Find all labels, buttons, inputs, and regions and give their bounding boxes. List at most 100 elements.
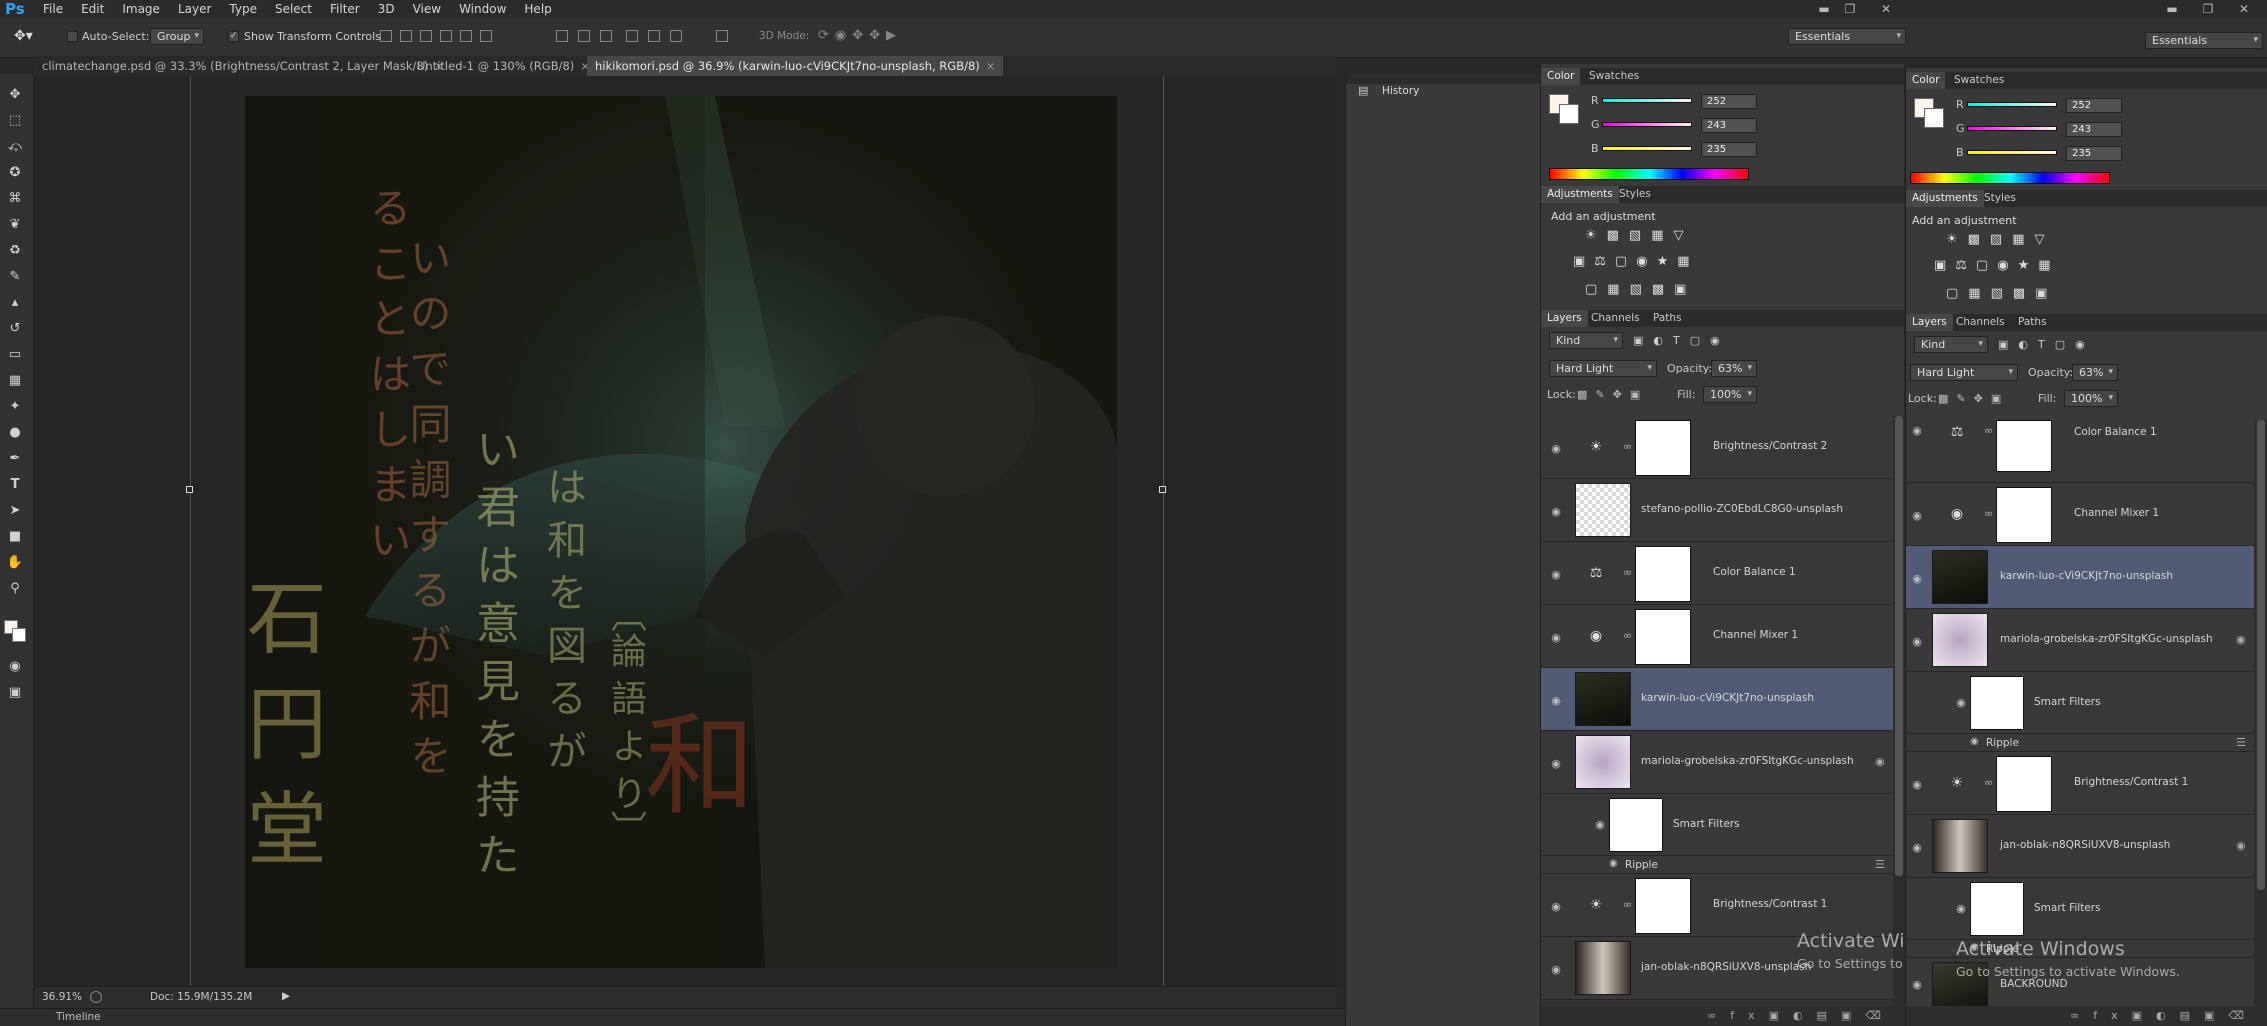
layer-thumb[interactable] (1575, 941, 1631, 995)
tab-hikikomori[interactable]: hikikomori.psd @ 36.9% (karwin-luo-cVi9C… (587, 56, 1004, 76)
layer-row[interactable]: ◉ ☀ ∞ Brightness/Contrast 1 (1541, 874, 1893, 937)
color-spectrum-bar[interactable] (1549, 168, 1749, 180)
filter-mask-thumb[interactable] (1609, 798, 1663, 852)
transform-handle-left[interactable] (186, 486, 193, 493)
filter-options-icon[interactable]: ☰ (1875, 858, 1885, 871)
tab-untitled-1[interactable]: Untitled-1 @ 130% (RGB/8) × (409, 56, 598, 76)
move-tool-icon[interactable]: ✥ (6, 86, 24, 104)
history-label[interactable]: History (1382, 85, 1419, 97)
align-hcenter-icon[interactable] (460, 30, 472, 42)
layer-name[interactable]: Channel Mixer 1 (1713, 629, 1798, 641)
filter-name[interactable]: Ripple (1625, 859, 1658, 871)
menu-filter[interactable]: Filter (321, 2, 369, 16)
blur-tool-icon[interactable]: ✦ (6, 398, 24, 416)
menu-edit[interactable]: Edit (72, 2, 113, 16)
adjustment-icons-row1[interactable]: ☀▩▧▦▽ (1585, 228, 1745, 244)
timeline-label[interactable]: Timeline (56, 1011, 101, 1023)
marquee-tool-icon[interactable]: ⬚ (6, 112, 24, 130)
tab-layers[interactable]: Layers (1541, 310, 1588, 327)
visibility-eye-icon[interactable]: ◉ (1549, 963, 1563, 976)
layers-scroll-thumb-b[interactable] (2257, 420, 2265, 890)
status-menu-arrow-icon[interactable]: ▶ (282, 990, 290, 1002)
layers-scrollbar-b[interactable] (2254, 420, 2267, 1006)
3d-mode-icons[interactable]: ⟳◉✥✥▶ (818, 28, 938, 44)
zoom-tool-icon[interactable]: ⚲ (6, 580, 24, 598)
clone-stamp-icon[interactable]: ▴ (6, 294, 24, 312)
layer-row[interactable]: ◉ ⚖ ∞ Color Balance 1 (1541, 542, 1893, 605)
visibility-eye-icon[interactable]: ◉ (1549, 757, 1563, 770)
transform-handle-right[interactable] (1159, 486, 1166, 493)
align-vcenter-icon[interactable] (400, 30, 412, 42)
workspace-dropdown[interactable]: Essentials (1788, 28, 1906, 45)
align-bottom-icon[interactable] (420, 30, 432, 42)
workspace-dropdown-2[interactable]: Essentials (2145, 32, 2263, 49)
layer-mask-thumb[interactable] (1635, 546, 1691, 602)
layer-name[interactable]: jan-oblak-n8QRSiUXV8-unsplash (1641, 961, 1811, 973)
smart-filters-label[interactable]: Smart Filters (2034, 902, 2101, 914)
layers-footer-icons[interactable]: ∞fx▣◐▤▣⌫ (1541, 1006, 1905, 1026)
close-icon[interactable]: ✕ (1874, 0, 1898, 18)
visibility-eye-icon[interactable]: ◉ (1954, 696, 1968, 709)
tab-swatches-b[interactable]: Swatches (1948, 72, 2010, 89)
tab-channels[interactable]: Channels (1585, 310, 1646, 327)
tab-swatches[interactable]: Swatches (1583, 68, 1645, 85)
visibility-eye-icon[interactable]: ◉ (1954, 902, 1968, 915)
tab-styles[interactable]: Styles (1613, 186, 1657, 203)
chain-link-icon[interactable]: ∞ (1984, 776, 1993, 790)
adjustment-icons-row3-b[interactable]: ▢▦▧▩▣ (1946, 286, 2106, 302)
layer-mask-thumb[interactable] (1996, 756, 2052, 812)
align-right-icon[interactable] (480, 30, 492, 42)
layer-name[interactable]: Brightness/Contrast 1 (1713, 898, 1827, 910)
distribute-left-icon[interactable] (626, 30, 638, 42)
layer-filter-icons[interactable]: ▣◐T▢◉ (1633, 334, 1773, 348)
layer-row[interactable]: ◉ jan-oblak-n8QRSiUXV8-unsplash ◉ (1906, 815, 2254, 878)
layer-name[interactable]: Color Balance 1 (2074, 426, 2157, 438)
lock-icons-b[interactable]: ▩✎✥▣ (1938, 392, 2038, 406)
hand-tool-icon[interactable]: ✋ (6, 554, 24, 572)
layer-name[interactable]: karwin-luo-cVi9CKJt7no-unsplash (1641, 692, 1814, 704)
layer-name[interactable]: mariola-grobelska-zr0FSItgKGc-unsplash (2000, 633, 2213, 645)
visibility-eye-icon[interactable]: ◉ (1549, 900, 1563, 913)
tab-paths[interactable]: Paths (1647, 310, 1688, 327)
visibility-eye-icon[interactable]: ◉ (1910, 509, 1924, 522)
visibility-eye-icon[interactable]: ◉ (1910, 841, 1924, 854)
document-canvas[interactable]: る こ と は し ま い い の で 同 調 す る が 和 を い 君 は … (245, 96, 1117, 968)
minimize-icon-2[interactable]: ▬ (2160, 0, 2184, 18)
lasso-tool-icon[interactable]: ⤽ (6, 138, 24, 156)
close-icon-2[interactable]: ✕ (2232, 0, 2256, 18)
visibility-eye-icon[interactable]: ◉ (1910, 635, 1924, 648)
menu-image[interactable]: Image (113, 2, 169, 16)
tab-adjustments[interactable]: Adjustments (1541, 186, 1619, 203)
visibility-eye-icon[interactable]: ◉ (1593, 818, 1607, 831)
dodge-tool-icon[interactable]: ● (6, 424, 24, 442)
layer-name[interactable]: mariola-grobelska-zr0FSItgKGc-unsplash (1641, 755, 1854, 767)
history-icon[interactable]: ▤ (1358, 84, 1368, 97)
layer-mask-thumb[interactable] (1996, 487, 2052, 543)
smart-object-badge-icon[interactable]: ◉ (2236, 839, 2246, 852)
eraser-icon[interactable]: ▭ (6, 346, 24, 364)
auto-align-icon[interactable] (716, 30, 728, 42)
filter-item-row[interactable]: ◉ Ripple ☰ (1541, 856, 1893, 874)
layer-thumb[interactable] (1932, 613, 1988, 667)
layer-name[interactable]: jan-oblak-n8QRSiUXV8-unsplash (2000, 839, 2170, 851)
layers-scrollbar[interactable] (1893, 416, 1905, 1006)
eyedropper-icon[interactable]: ❦ (6, 216, 24, 234)
layer-thumb[interactable] (1932, 550, 1988, 604)
layer-thumb[interactable] (1932, 819, 1988, 873)
menu-window[interactable]: Window (450, 2, 515, 16)
filter-item-row[interactable]: ◉ Ripple ☰ (1906, 734, 2254, 752)
tab-climatechange[interactable]: climatechange.psd @ 33.3% (Brightness/Co… (34, 56, 452, 76)
layer-mask-thumb[interactable] (1635, 878, 1691, 934)
layer-row[interactable]: ◉ mariola-grobelska-zr0FSItgKGc-unsplash… (1541, 731, 1893, 794)
visibility-eye-icon[interactable]: ◉ (1910, 572, 1924, 585)
brush-tool-icon[interactable]: ✎ (6, 268, 24, 286)
layer-name[interactable]: karwin-luo-cVi9CKJt7no-unsplash (2000, 570, 2173, 582)
menu-type[interactable]: Type (220, 2, 266, 16)
restore-icon[interactable]: ❐ (1838, 0, 1862, 18)
layer-name[interactable]: stefano-pollio-ZC0EbdLC8G0-unsplash (1641, 503, 1843, 515)
auto-select-dropdown[interactable]: Group (150, 28, 204, 45)
layer-row[interactable]: ◉ ☀ ∞ Brightness/Contrast 1 (1906, 752, 2254, 815)
smart-filters-label[interactable]: Smart Filters (2034, 696, 2101, 708)
layer-mask-thumb[interactable] (1635, 609, 1691, 665)
fill-input-b[interactable]: 100% (2064, 390, 2118, 407)
